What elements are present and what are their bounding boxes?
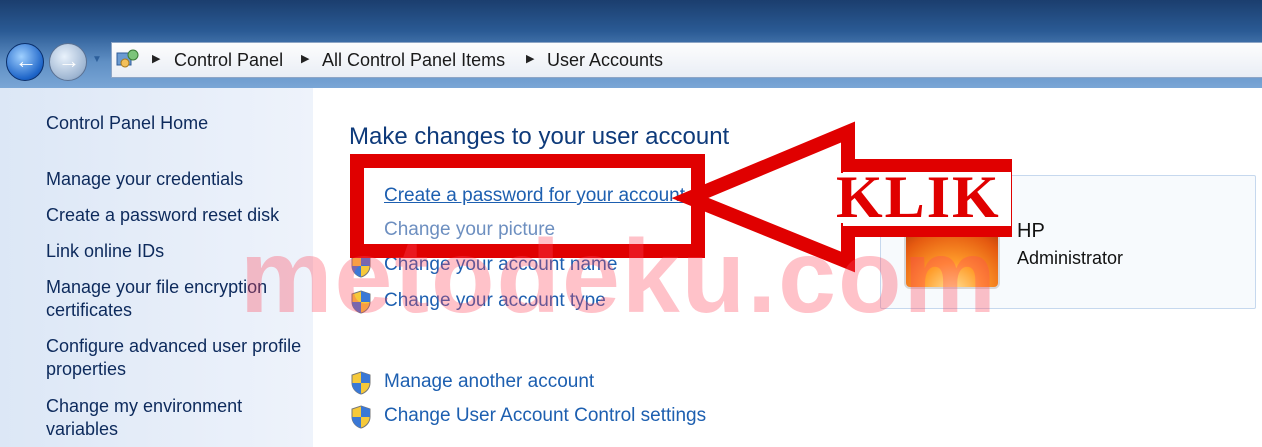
arrow-right-icon: → xyxy=(58,48,80,73)
breadcrumb-user-accounts[interactable]: User Accounts xyxy=(547,50,663,71)
address-bar[interactable]: ▶ Control Panel ▶ All Control Panel Item… xyxy=(111,42,1262,78)
sidebar-item-environment-variables[interactable]: Change my environment variables xyxy=(46,395,306,441)
shield-icon xyxy=(351,371,371,395)
user-role: Administrator xyxy=(1017,248,1124,268)
breadcrumb-all-items[interactable]: All Control Panel Items xyxy=(322,50,505,71)
arrow-left-icon: ← xyxy=(15,48,37,73)
control-panel-icon xyxy=(116,49,139,68)
breadcrumb-control-panel[interactable]: Control Panel xyxy=(174,50,283,71)
shield-icon xyxy=(351,405,371,429)
sidebar-item-manage-credentials[interactable]: Manage your credentials xyxy=(46,168,306,191)
breadcrumb-separator-icon[interactable]: ▶ xyxy=(152,52,160,65)
user-name: HP xyxy=(1017,220,1045,242)
page-title: Make changes to your user account xyxy=(349,123,730,150)
breadcrumb-separator-icon[interactable]: ▶ xyxy=(301,52,309,65)
title-bar: ← → ▼ ▶ Control Panel ▶ All Control Pane… xyxy=(0,0,1262,88)
recent-pages-dropdown-icon[interactable]: ▼ xyxy=(92,54,102,65)
sidebar-item-advanced-profile[interactable]: Configure advanced user profile properti… xyxy=(46,335,306,381)
sidebar-item-control-panel-home[interactable]: Control Panel Home xyxy=(46,112,306,135)
breadcrumb-separator-icon[interactable]: ▶ xyxy=(526,52,534,65)
create-password-link[interactable]: Create a password for your account xyxy=(384,185,685,207)
watermark: metodeku.com xyxy=(240,219,998,335)
forward-button[interactable]: → xyxy=(49,43,87,81)
back-button[interactable]: ← xyxy=(6,43,44,81)
uac-settings-link[interactable]: Change User Account Control settings xyxy=(384,405,706,427)
manage-another-account-link[interactable]: Manage another account xyxy=(384,371,594,393)
